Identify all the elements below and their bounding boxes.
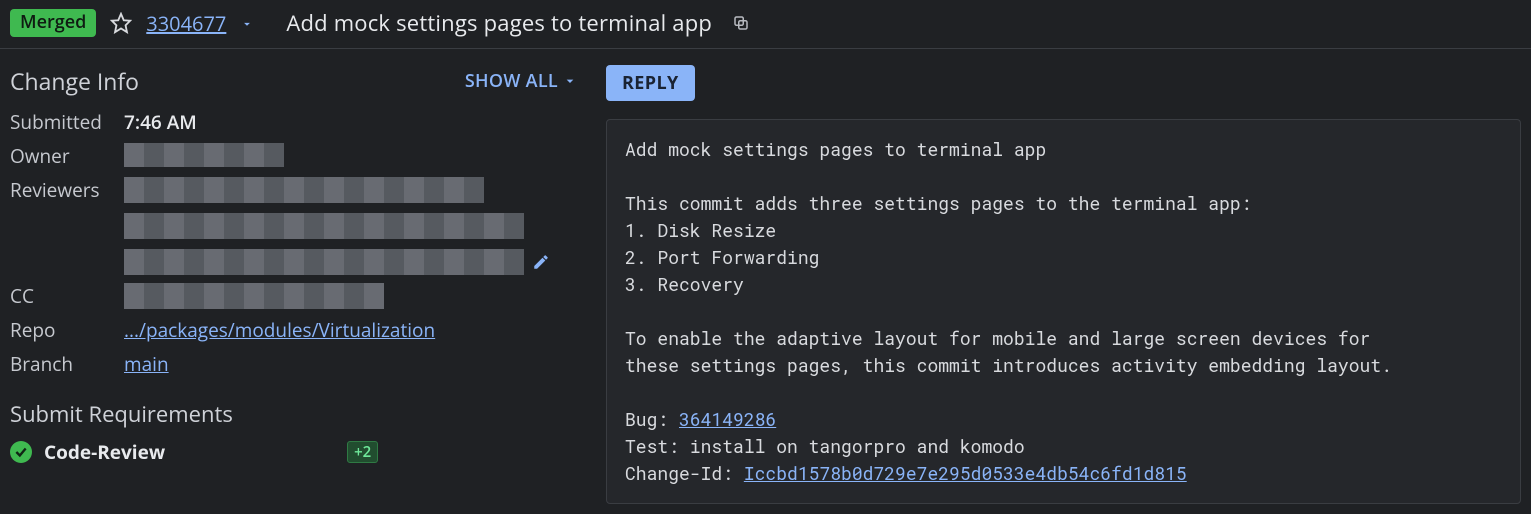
- cc-redacted: [124, 283, 384, 309]
- commit-intro: This commit adds three settings pages to…: [625, 191, 1252, 215]
- commit-item: 2. Port Forwarding: [625, 245, 819, 269]
- reviewers-label: Reviewers: [10, 177, 124, 203]
- show-all-label: SHOW ALL: [465, 69, 558, 93]
- star-icon[interactable]: [110, 12, 132, 34]
- score-chip: +2: [347, 441, 378, 463]
- test-line: Test: install on tangorpro and komodo: [625, 434, 1025, 458]
- page-header: Merged 3304677 Add mock settings pages t…: [0, 0, 1531, 49]
- show-all-button[interactable]: SHOW ALL: [465, 69, 578, 93]
- bug-link[interactable]: 364149286: [679, 407, 776, 431]
- commit-title: Add mock settings pages to terminal app: [625, 137, 1046, 161]
- copy-icon[interactable]: [732, 14, 750, 32]
- check-circle-icon: [10, 441, 32, 463]
- status-chip: Merged: [10, 9, 96, 37]
- requirement-row: Code-Review +2: [10, 439, 578, 465]
- reviewer-redacted: [124, 213, 524, 239]
- commit-item: 3. Recovery: [625, 272, 744, 296]
- owner-redacted: [124, 143, 284, 167]
- owner-label: Owner: [10, 143, 124, 169]
- owner-row: Owner: [10, 139, 578, 173]
- edit-icon[interactable]: [532, 253, 550, 271]
- submitted-value: 7:46 AM: [124, 109, 197, 135]
- submitted-label: Submitted: [10, 109, 124, 135]
- section-title: Change Info: [10, 65, 139, 97]
- commit-message-box: Add mock settings pages to terminal app …: [606, 119, 1521, 504]
- commit-item: 1. Disk Resize: [625, 218, 776, 242]
- submit-requirements-title: Submit Requirements: [10, 399, 578, 429]
- reviewer-redacted: [124, 249, 524, 275]
- reply-button[interactable]: REPLY: [606, 65, 695, 101]
- changeid-link[interactable]: Iccbd1578b0d729e7e295d0533e4db54c6fd1d81…: [744, 461, 1187, 485]
- reviewer-redacted: [124, 177, 484, 203]
- branch-label: Branch: [10, 351, 124, 377]
- cc-row: CC: [10, 279, 578, 313]
- requirement-name: Code-Review: [44, 439, 165, 465]
- page-title: Add mock settings pages to terminal app: [286, 8, 712, 38]
- submitted-row: Submitted 7:46 AM: [10, 105, 578, 139]
- repo-label: Repo: [10, 317, 124, 343]
- chevron-down-icon[interactable]: [240, 15, 254, 31]
- change-info-panel: Change Info SHOW ALL Submitted 7:46 AM O…: [10, 65, 578, 504]
- bug-label: Bug:: [625, 407, 679, 431]
- changeid-label: Change-Id:: [625, 461, 744, 485]
- repo-row: Repo .../packages/modules/Virtualization: [10, 313, 578, 347]
- change-number[interactable]: 3304677: [146, 10, 226, 37]
- branch-row: Branch main: [10, 347, 578, 381]
- right-panel: REPLY Add mock settings pages to termina…: [606, 65, 1521, 504]
- commit-para2: To enable the adaptive layout for mobile…: [625, 326, 1392, 377]
- cc-label: CC: [10, 283, 124, 309]
- body: Change Info SHOW ALL Submitted 7:46 AM O…: [0, 49, 1531, 514]
- repo-link[interactable]: .../packages/modules/Virtualization: [124, 317, 435, 343]
- reviewers-row: Reviewers: [10, 173, 578, 279]
- branch-link[interactable]: main: [124, 351, 169, 377]
